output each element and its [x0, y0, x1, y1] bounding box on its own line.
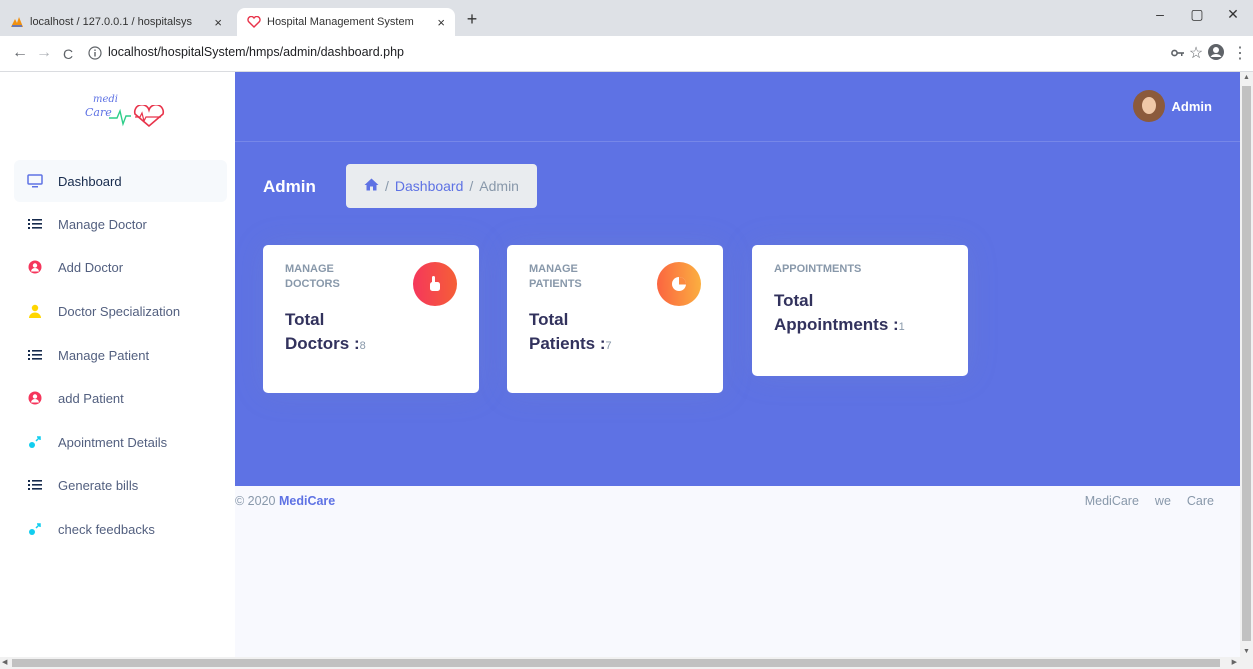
scroll-up-arrow-icon[interactable]: ▲	[1243, 74, 1250, 81]
scroll-left-arrow-icon[interactable]: ◀	[2, 658, 7, 666]
planet-icon	[26, 434, 44, 450]
user-name: Admin	[1171, 98, 1212, 114]
home-icon[interactable]	[364, 178, 379, 194]
footer-link[interactable]: MediCare	[1085, 494, 1139, 508]
sidebar-item-doctor-specialization[interactable]: Doctor Specialization	[14, 290, 227, 332]
bookmark-star-icon[interactable]: ☆	[1186, 43, 1206, 63]
scroll-down-arrow-icon[interactable]: ▼	[1243, 648, 1250, 655]
footer-link[interactable]: Care	[1187, 494, 1214, 508]
sidebar-item-label: Dashboard	[58, 173, 122, 189]
browser-address-bar: ← → C localhost/hospitalSystem/hmps/admi…	[0, 36, 1253, 72]
user-circle-icon	[26, 390, 44, 406]
sidebar-item-label: Add Doctor	[58, 259, 124, 275]
footer-brand-link[interactable]: MediCare	[279, 494, 335, 508]
close-window-button[interactable]: ✕	[1218, 6, 1248, 23]
patient-count: 7	[605, 340, 612, 352]
sidebar: medi Care Dashboard Manage Doctor Add Do…	[0, 72, 235, 657]
breadcrumb-separator: /	[385, 178, 389, 194]
header-divider	[235, 141, 1240, 142]
chart-pie-icon	[657, 262, 701, 306]
logo-text-bottom: Care	[85, 106, 112, 119]
reload-button[interactable]: C	[58, 46, 78, 62]
hand-pointer-icon	[413, 262, 457, 306]
sidebar-item-check-feedbacks[interactable]: check feedbacks	[14, 508, 227, 550]
logo-text-top: medi	[93, 94, 118, 105]
scrollbar-thumb[interactable]	[12, 659, 1220, 667]
sidebar-item-label: Apointment Details	[58, 434, 168, 450]
sidebar-item-generate-bills[interactable]: Generate bills	[14, 464, 227, 506]
card-value: Total Appointments :1	[774, 291, 905, 334]
browser-tab-phpmyadmin[interactable]: localhost / 127.0.0.1 / hospitalsys ×	[0, 8, 232, 36]
phpmyadmin-icon	[10, 15, 24, 29]
sidebar-item-add-doctor[interactable]: Add Doctor	[14, 246, 227, 288]
heartbeat-logo-icon	[109, 105, 165, 128]
tab-close-icon[interactable]: ×	[437, 15, 445, 30]
heart-logo-icon	[247, 15, 261, 29]
new-tab-button[interactable]: +	[460, 9, 484, 30]
sidebar-item-label: add Patient	[58, 390, 124, 406]
sidebar-item-dashboard[interactable]: Dashboard	[14, 160, 227, 202]
footer-link[interactable]: we	[1155, 494, 1171, 508]
card-value: Total Doctors :8	[285, 310, 366, 353]
key-icon[interactable]	[1168, 45, 1188, 61]
tab-close-icon[interactable]: ×	[214, 15, 222, 30]
back-button[interactable]: ←	[10, 44, 30, 62]
card-label: APPOINTMENTS	[774, 263, 862, 275]
sidebar-item-manage-doctor[interactable]: Manage Doctor	[14, 203, 227, 245]
sidebar-item-add-patient[interactable]: add Patient	[14, 377, 227, 419]
profile-icon[interactable]	[1206, 43, 1226, 64]
user-icon	[26, 303, 44, 319]
user-circle-icon	[26, 259, 44, 275]
scrollbar-thumb[interactable]	[1242, 86, 1251, 641]
monitor-icon	[26, 173, 44, 189]
user-menu[interactable]: Admin	[1132, 90, 1212, 122]
scroll-right-arrow-icon[interactable]: ▶	[1232, 658, 1237, 666]
dashboard-header: Admin Admin / Dashboard / Admin MANAGE DO…	[235, 72, 1240, 486]
medicare-logo[interactable]: medi Care	[85, 94, 175, 144]
url-field[interactable]: localhost/hospitalSystem/hmps/admin/dash…	[108, 45, 404, 59]
sidebar-item-label: Manage Doctor	[58, 216, 147, 232]
footer: © 2020 MediCare MediCare we Care	[235, 486, 1240, 526]
browser-tab-hospital[interactable]: Hospital Management System ×	[237, 8, 455, 36]
sidebar-item-manage-patient[interactable]: Manage Patient	[14, 334, 227, 376]
copyright: © 2020 MediCare	[235, 494, 336, 508]
tab-label: Hospital Management System	[267, 16, 414, 28]
card-value: Total Patients :7	[529, 310, 612, 353]
browser-menu-icon[interactable]: ⋮	[1230, 43, 1250, 63]
planet-icon	[26, 521, 44, 537]
sidebar-item-appointment-details[interactable]: Apointment Details	[14, 421, 227, 463]
appointment-count: 1	[898, 321, 905, 333]
sidebar-item-label: Manage Patient	[58, 347, 150, 363]
info-icon[interactable]	[88, 46, 102, 65]
breadcrumb: / Dashboard / Admin	[346, 164, 537, 208]
list-icon	[26, 216, 44, 232]
stat-card-patients[interactable]: MANAGE PATIENTS Total Patients :7	[507, 245, 723, 393]
breadcrumb-current: Admin	[479, 178, 519, 194]
stat-card-doctors[interactable]: MANAGE DOCTORS Total Doctors :8	[263, 245, 479, 393]
sidebar-item-label: Generate bills	[58, 477, 139, 493]
browser-tab-bar: localhost / 127.0.0.1 / hospitalsys × Ho…	[0, 0, 1253, 36]
sidebar-item-label: check feedbacks	[58, 521, 155, 537]
list-icon	[26, 477, 44, 493]
breadcrumb-dashboard-link[interactable]: Dashboard	[395, 178, 464, 194]
sidebar-item-label: Doctor Specialization	[58, 303, 181, 319]
breadcrumb-separator: /	[469, 178, 474, 194]
tab-label: localhost / 127.0.0.1 / hospitalsys	[30, 16, 193, 28]
forward-button[interactable]: →	[34, 44, 54, 62]
minimize-button[interactable]: –	[1145, 6, 1175, 22]
stat-card-appointments[interactable]: APPOINTMENTS Total Appointments :1	[752, 245, 968, 376]
page-title: Admin	[263, 177, 316, 196]
horizontal-scrollbar[interactable]: ◀ ▶	[0, 657, 1253, 669]
list-icon	[26, 347, 44, 363]
vertical-scrollbar[interactable]: ▲ ▼	[1240, 72, 1253, 657]
footer-links: MediCare we Care	[1085, 494, 1214, 508]
maximize-button[interactable]: ▢	[1182, 6, 1212, 23]
avatar	[1132, 90, 1165, 122]
page-viewport: medi Care Dashboard Manage Doctor Add Do…	[0, 72, 1240, 657]
doctor-count: 8	[359, 340, 366, 352]
